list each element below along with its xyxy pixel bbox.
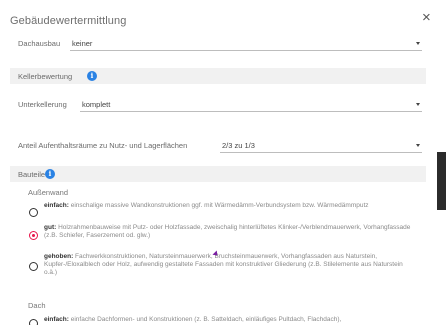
chevron-down-icon xyxy=(416,103,420,106)
option-text: einschalige massive Wandkonstruktionen g… xyxy=(68,202,369,209)
aussenwand-gehoben-radio[interactable] xyxy=(29,262,38,271)
dach-einfach-option[interactable]: einfach: einfache Dachformen- und Konstr… xyxy=(44,316,416,324)
aussenwand-einfach-radio[interactable] xyxy=(29,208,38,217)
anteil-row: Anteil Aufenthaltsräume zu Nutz- und Lag… xyxy=(10,137,424,155)
bauteile-header: Bauteile i xyxy=(10,166,426,182)
unterkellerung-row: Unterkellerung komplett xyxy=(10,96,424,114)
chevron-down-icon xyxy=(416,144,420,147)
kellerbewertung-title: Kellerbewertung xyxy=(18,72,73,81)
aussenwand-gut-option[interactable]: gut: Holzrahmenbauweise mit Putz- oder H… xyxy=(44,224,416,240)
option-text: Holzrahmenbauweise mit Putz- oder Holzfa… xyxy=(44,224,411,240)
unterkellerung-label: Unterkellerung xyxy=(18,100,67,109)
close-icon[interactable]: × xyxy=(422,10,431,25)
anteil-select[interactable]: 2/3 zu 1/3 xyxy=(220,139,422,153)
aussenwand-gut-radio[interactable] xyxy=(29,231,38,240)
dachausbau-select[interactable]: keiner xyxy=(70,37,422,51)
unterkellerung-select[interactable]: komplett xyxy=(80,98,422,112)
dialog: Gebäudewertermittlung Dachausbau keiner … xyxy=(0,0,430,325)
option-key: einfach: xyxy=(44,316,69,323)
option-key: einfach: xyxy=(44,202,69,209)
dach-einfach-radio[interactable] xyxy=(29,319,38,325)
aussenwand-gehoben-option[interactable]: gehoben: Fachwerkkonstruktionen, Naturst… xyxy=(44,253,416,278)
anteil-label: Anteil Aufenthaltsräume zu Nutz- und Lag… xyxy=(18,141,188,150)
dialog-title: Gebäudewertermittlung xyxy=(10,15,127,27)
side-panel-edge xyxy=(437,152,446,210)
dach-label: Dach xyxy=(28,301,46,310)
option-key: gut: xyxy=(44,224,57,231)
aussenwand-einfach-option[interactable]: einfach: einschalige massive Wandkonstru… xyxy=(44,202,416,210)
option-text: Fachwerkkonstruktionen, Natursteinmauerw… xyxy=(44,253,403,277)
anteil-value: 2/3 zu 1/3 xyxy=(222,141,255,150)
aussenwand-label: Außenwand xyxy=(28,188,69,197)
dachausbau-label: Dachausbau xyxy=(18,39,61,48)
info-icon[interactable]: i xyxy=(45,169,55,179)
dachausbau-value: keiner xyxy=(72,39,93,48)
chevron-down-icon xyxy=(416,42,420,45)
option-key: gehoben: xyxy=(44,253,74,260)
kellerbewertung-header: Kellerbewertung i xyxy=(10,68,426,84)
bauteile-title: Bauteile xyxy=(18,170,46,179)
unterkellerung-value: komplett xyxy=(82,100,111,109)
info-icon[interactable]: i xyxy=(87,71,97,81)
option-text: einfache Dachformen- und Konstruktionen … xyxy=(68,316,342,323)
dachausbau-row: Dachausbau keiner xyxy=(10,35,424,53)
